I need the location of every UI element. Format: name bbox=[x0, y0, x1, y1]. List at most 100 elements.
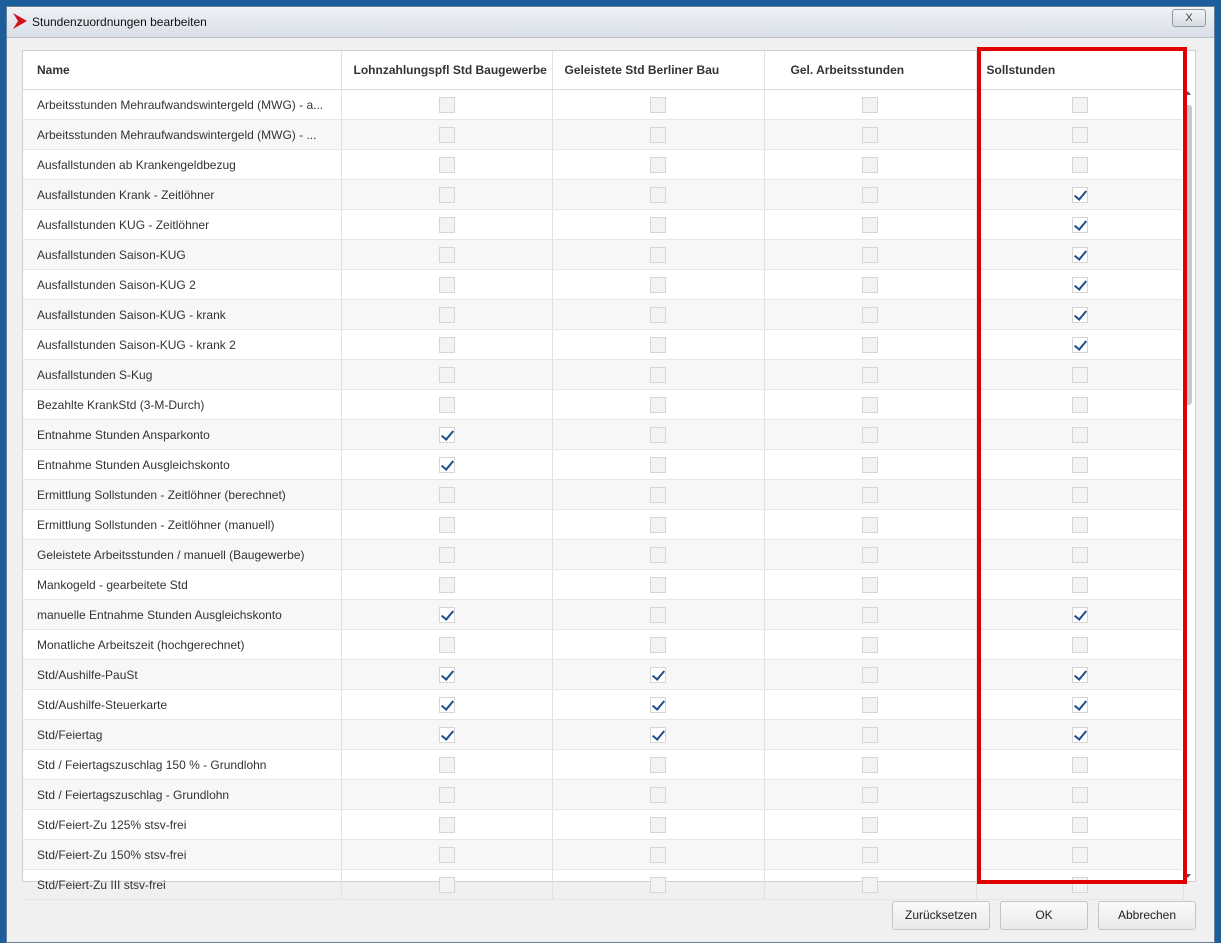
gel-arbeitsstunden-checkbox[interactable] bbox=[862, 786, 878, 803]
sollstunden-checkbox[interactable] bbox=[1071, 726, 1088, 743]
gel-arbeitsstunden-checkbox[interactable] bbox=[862, 576, 878, 593]
sollstunden-checkbox[interactable] bbox=[1071, 876, 1088, 893]
berliner-bau-checkbox[interactable] bbox=[650, 186, 666, 203]
table-row[interactable]: Ausfallstunden Krank - Zeitlöhner bbox=[23, 179, 1184, 210]
table-row[interactable]: Mankogeld - gearbeitete Std bbox=[23, 569, 1184, 600]
gel-arbeitsstunden-checkbox[interactable] bbox=[862, 726, 878, 743]
gel-arbeitsstunden-checkbox[interactable] bbox=[862, 606, 878, 623]
sollstunden-checkbox[interactable] bbox=[1071, 396, 1088, 413]
table-row[interactable]: Arbeitsstunden Mehraufwandswintergeld (M… bbox=[23, 89, 1184, 120]
column-header-name[interactable]: Name bbox=[23, 51, 342, 90]
table-row[interactable]: Ausfallstunden Saison-KUG 2 bbox=[23, 269, 1184, 300]
sollstunden-checkbox[interactable] bbox=[1071, 486, 1088, 503]
gel-arbeitsstunden-checkbox[interactable] bbox=[862, 666, 878, 683]
table-row[interactable]: Std/Feiert-Zu 150% stsv-frei bbox=[23, 839, 1184, 870]
table-row[interactable]: Std/Aushilfe-Steuerkarte bbox=[23, 689, 1184, 720]
sollstunden-checkbox[interactable] bbox=[1071, 456, 1088, 473]
table-row[interactable]: Geleistete Arbeitsstunden / manuell (Bau… bbox=[23, 539, 1184, 570]
gel-arbeitsstunden-checkbox[interactable] bbox=[862, 756, 878, 773]
gel-arbeitsstunden-checkbox[interactable] bbox=[862, 276, 878, 293]
sollstunden-checkbox[interactable] bbox=[1071, 156, 1088, 173]
gel-arbeitsstunden-checkbox[interactable] bbox=[862, 486, 878, 503]
berliner-bau-checkbox[interactable] bbox=[650, 336, 666, 353]
gel-arbeitsstunden-checkbox[interactable] bbox=[862, 96, 878, 113]
lohnzahlungspfl-checkbox[interactable] bbox=[438, 816, 455, 833]
berliner-bau-checkbox[interactable] bbox=[650, 456, 666, 473]
lohnzahlungspfl-checkbox[interactable] bbox=[438, 846, 455, 863]
sollstunden-checkbox[interactable] bbox=[1071, 756, 1088, 773]
berliner-bau-checkbox[interactable] bbox=[650, 816, 666, 833]
berliner-bau-checkbox[interactable] bbox=[650, 696, 666, 713]
sollstunden-checkbox[interactable] bbox=[1071, 606, 1088, 623]
table-row[interactable]: Std/Feiert-Zu 125% stsv-frei bbox=[23, 809, 1184, 840]
table-row[interactable]: manuelle Entnahme Stunden Ausgleichskont… bbox=[23, 599, 1184, 630]
table-row[interactable]: Entnahme Stunden Ausgleichskonto bbox=[23, 449, 1184, 480]
sollstunden-checkbox[interactable] bbox=[1071, 636, 1088, 653]
berliner-bau-checkbox[interactable] bbox=[650, 606, 666, 623]
table-row[interactable]: Ausfallstunden KUG - Zeitlöhner bbox=[23, 209, 1184, 240]
berliner-bau-checkbox[interactable] bbox=[650, 96, 666, 113]
sollstunden-checkbox[interactable] bbox=[1071, 516, 1088, 533]
column-header-lohnzahlungspfl[interactable]: Lohnzahlungspfl Std Baugewerbe bbox=[341, 51, 553, 90]
table-row[interactable]: Ausfallstunden ab Krankengeldbezug bbox=[23, 149, 1184, 180]
gel-arbeitsstunden-checkbox[interactable] bbox=[862, 336, 878, 353]
berliner-bau-checkbox[interactable] bbox=[650, 276, 666, 293]
sollstunden-checkbox[interactable] bbox=[1071, 96, 1088, 113]
berliner-bau-checkbox[interactable] bbox=[650, 396, 666, 413]
lohnzahlungspfl-checkbox[interactable] bbox=[438, 546, 455, 563]
table-row[interactable]: Ermittlung Sollstunden - Zeitlöhner (man… bbox=[23, 509, 1184, 540]
table-row[interactable]: Std/Feiertag bbox=[23, 719, 1184, 750]
lohnzahlungspfl-checkbox[interactable] bbox=[438, 876, 455, 893]
column-header-gel-arbeitsstunden[interactable]: Gel. Arbeitsstunden bbox=[764, 51, 977, 90]
table-row[interactable]: Bezahlte KrankStd (3-M-Durch) bbox=[23, 389, 1184, 420]
lohnzahlungspfl-checkbox[interactable] bbox=[438, 276, 455, 293]
berliner-bau-checkbox[interactable] bbox=[650, 876, 666, 893]
sollstunden-checkbox[interactable] bbox=[1071, 126, 1088, 143]
berliner-bau-checkbox[interactable] bbox=[650, 246, 666, 263]
reset-button[interactable]: Zurücksetzen bbox=[892, 901, 990, 930]
gel-arbeitsstunden-checkbox[interactable] bbox=[862, 426, 878, 443]
sollstunden-checkbox[interactable] bbox=[1071, 546, 1088, 563]
sollstunden-checkbox[interactable] bbox=[1071, 186, 1088, 203]
berliner-bau-checkbox[interactable] bbox=[650, 486, 666, 503]
berliner-bau-checkbox[interactable] bbox=[650, 126, 666, 143]
sollstunden-checkbox[interactable] bbox=[1071, 366, 1088, 383]
gel-arbeitsstunden-checkbox[interactable] bbox=[862, 366, 878, 383]
table-row[interactable]: Std / Feiertagszuschlag 150 % - Grundloh… bbox=[23, 749, 1184, 780]
close-button[interactable]: X bbox=[1172, 9, 1206, 27]
table-row[interactable]: Ermittlung Sollstunden - Zeitlöhner (ber… bbox=[23, 479, 1184, 510]
lohnzahlungspfl-checkbox[interactable] bbox=[438, 516, 455, 533]
sollstunden-checkbox[interactable] bbox=[1071, 246, 1088, 263]
table-row[interactable]: Ausfallstunden S-Kug bbox=[23, 359, 1184, 390]
table-row[interactable]: Monatliche Arbeitszeit (hochgerechnet) bbox=[23, 629, 1184, 660]
berliner-bau-checkbox[interactable] bbox=[650, 306, 666, 323]
ok-button[interactable]: OK bbox=[1000, 901, 1088, 930]
berliner-bau-checkbox[interactable] bbox=[650, 366, 666, 383]
gel-arbeitsstunden-checkbox[interactable] bbox=[862, 816, 878, 833]
berliner-bau-checkbox[interactable] bbox=[650, 756, 666, 773]
berliner-bau-checkbox[interactable] bbox=[650, 546, 666, 563]
vertical-scrollbar[interactable] bbox=[1182, 89, 1195, 881]
sollstunden-checkbox[interactable] bbox=[1071, 336, 1088, 353]
lohnzahlungspfl-checkbox[interactable] bbox=[438, 216, 455, 233]
lohnzahlungspfl-checkbox[interactable] bbox=[438, 396, 455, 413]
table-row[interactable]: Std / Feiertagszuschlag - Grundlohn bbox=[23, 779, 1184, 810]
sollstunden-checkbox[interactable] bbox=[1071, 306, 1088, 323]
lohnzahlungspfl-checkbox[interactable] bbox=[438, 726, 455, 743]
gel-arbeitsstunden-checkbox[interactable] bbox=[862, 846, 878, 863]
scrollbar-thumb[interactable] bbox=[1184, 105, 1192, 405]
table-row[interactable]: Std/Feiert-Zu III stsv-frei bbox=[23, 869, 1184, 900]
sollstunden-checkbox[interactable] bbox=[1071, 276, 1088, 293]
lohnzahlungspfl-checkbox[interactable] bbox=[438, 606, 455, 623]
sollstunden-checkbox[interactable] bbox=[1071, 666, 1088, 683]
lohnzahlungspfl-checkbox[interactable] bbox=[438, 156, 455, 173]
gel-arbeitsstunden-checkbox[interactable] bbox=[862, 216, 878, 233]
gel-arbeitsstunden-checkbox[interactable] bbox=[862, 306, 878, 323]
lohnzahlungspfl-checkbox[interactable] bbox=[438, 336, 455, 353]
table-row[interactable]: Entnahme Stunden Ansparkonto bbox=[23, 419, 1184, 450]
lohnzahlungspfl-checkbox[interactable] bbox=[438, 426, 455, 443]
table-row[interactable]: Ausfallstunden Saison-KUG - krank 2 bbox=[23, 329, 1184, 360]
lohnzahlungspfl-checkbox[interactable] bbox=[438, 756, 455, 773]
berliner-bau-checkbox[interactable] bbox=[650, 216, 666, 233]
lohnzahlungspfl-checkbox[interactable] bbox=[438, 666, 455, 683]
